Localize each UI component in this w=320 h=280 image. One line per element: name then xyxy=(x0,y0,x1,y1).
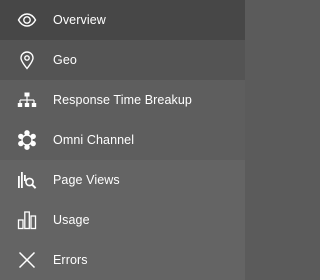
hierarchy-icon xyxy=(17,90,37,110)
menu-item-overview[interactable]: Overview xyxy=(0,0,245,40)
omni-channel-icon xyxy=(17,130,37,150)
menu-item-errors[interactable]: Errors xyxy=(0,240,245,280)
menu-item-page-views[interactable]: Page Views xyxy=(0,160,245,200)
menu-item-usage[interactable]: Usage xyxy=(0,200,245,240)
eye-icon xyxy=(17,10,37,30)
menu-item-label: Errors xyxy=(53,253,88,267)
side-navigation-menu: Overview Geo Response Time Breakup Omni … xyxy=(0,0,245,280)
menu-item-label: Omni Channel xyxy=(53,133,135,147)
menu-item-label: Usage xyxy=(53,213,90,227)
page-views-search-icon xyxy=(17,170,37,190)
menu-item-label: Response Time Breakup xyxy=(53,93,192,107)
menu-item-response-time-breakup[interactable]: Response Time Breakup xyxy=(0,80,245,120)
menu-item-label: Overview xyxy=(53,13,106,27)
menu-item-geo[interactable]: Geo xyxy=(0,40,245,80)
bar-chart-icon xyxy=(17,210,37,230)
menu-item-label: Page Views xyxy=(53,173,120,187)
menu-item-omni-channel[interactable]: Omni Channel xyxy=(0,120,245,160)
close-icon xyxy=(17,250,37,270)
menu-item-label: Geo xyxy=(53,53,77,67)
map-pin-icon xyxy=(17,50,37,70)
